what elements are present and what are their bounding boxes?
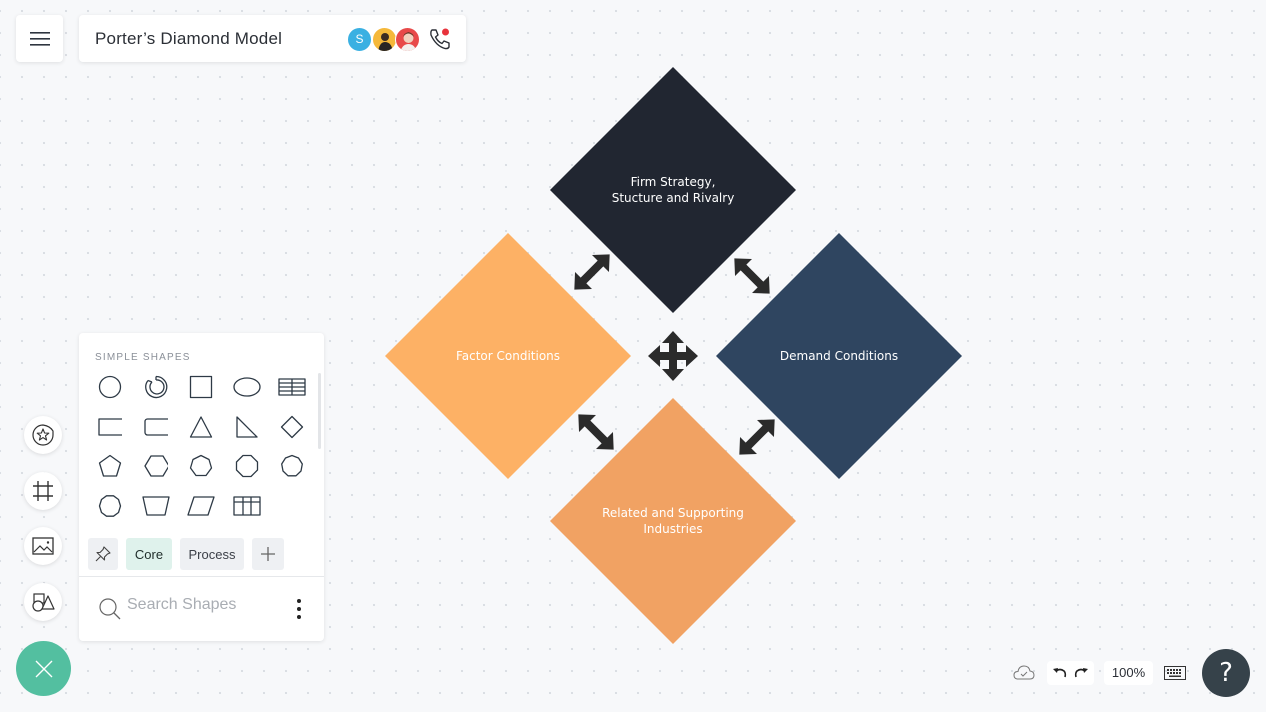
undo-icon[interactable]	[1052, 665, 1068, 681]
hexagon-icon	[143, 455, 168, 477]
collaborator-avatar[interactable]	[395, 27, 420, 52]
help-button[interactable]: ?	[1202, 649, 1250, 697]
image-button[interactable]	[24, 527, 62, 565]
shape-grid[interactable]	[229, 490, 265, 522]
phone-icon[interactable]	[428, 27, 452, 51]
image-icon	[32, 537, 54, 555]
shape-diamond[interactable]	[274, 411, 310, 443]
more-options-icon[interactable]	[293, 598, 305, 620]
pentagon-icon	[98, 454, 122, 477]
ellipse-icon	[232, 377, 261, 397]
connector-top-left[interactable]	[566, 246, 618, 298]
double-arrow-icon	[574, 254, 610, 290]
sticker-icon	[32, 424, 54, 446]
tab-process[interactable]: Process	[180, 538, 244, 570]
heptagon-icon	[189, 454, 213, 477]
triangle-icon	[189, 415, 213, 438]
zoom-level[interactable]: 100%	[1104, 661, 1153, 685]
search-icon	[99, 598, 121, 620]
diamond-label: Factor Conditions	[456, 349, 560, 363]
panel-heading: SIMPLE SHAPES	[95, 352, 191, 363]
connector-top-right[interactable]	[726, 250, 778, 302]
close-toolbar-button[interactable]	[16, 641, 71, 696]
panel-scrollbar[interactable]	[318, 373, 321, 449]
shape-trapezoid[interactable]	[138, 490, 174, 522]
rectangle-icon	[98, 417, 122, 436]
double-arrow-icon	[734, 258, 770, 294]
close-icon	[35, 660, 52, 677]
collaborator-avatar[interactable]	[372, 27, 397, 52]
diamond-label: Stucture and Rivalry	[612, 191, 735, 205]
diamond-label: Firm Strategy,	[631, 175, 716, 189]
shape-parallelogram[interactable]	[183, 490, 219, 522]
shape-pentagon[interactable]	[92, 450, 128, 482]
shapes-button[interactable]	[24, 583, 62, 621]
call-indicator	[442, 28, 449, 36]
square-icon	[189, 375, 213, 399]
nonagon-icon	[281, 454, 303, 477]
double-arrow-icon	[578, 414, 614, 450]
shape-rounded-rectangle[interactable]	[138, 411, 174, 443]
diamond-label: Related and Supporting	[602, 506, 744, 520]
shape-table[interactable]	[274, 371, 310, 403]
shape-donut[interactable]	[138, 371, 174, 403]
move-arrows-icon	[648, 331, 698, 381]
trapezoid-icon	[141, 495, 170, 516]
document-title[interactable]: Porter’s Diamond Model	[95, 29, 282, 49]
hamburger-icon	[29, 31, 50, 46]
rounded-rectangle-icon	[143, 417, 168, 436]
divider	[79, 576, 324, 577]
frame-icon	[33, 481, 53, 501]
undo-redo-group	[1047, 661, 1094, 685]
shape-right-triangle[interactable]	[229, 411, 265, 443]
shape-hexagon[interactable]	[138, 450, 174, 482]
shape-ellipse[interactable]	[229, 371, 265, 403]
shape-square[interactable]	[183, 371, 219, 403]
shape-heptagon[interactable]	[183, 450, 219, 482]
frame-button[interactable]	[24, 472, 62, 510]
shape-rectangle[interactable]	[92, 411, 128, 443]
tab-core[interactable]: Core	[126, 538, 172, 570]
diamond-label: Demand Conditions	[780, 349, 898, 363]
diamond-label: Industries	[643, 522, 702, 536]
parallelogram-icon	[187, 495, 215, 516]
shape-circle[interactable]	[92, 371, 128, 403]
shape-octagon[interactable]	[229, 450, 265, 482]
shape-decagon[interactable]	[92, 490, 128, 522]
octagon-icon	[235, 454, 258, 478]
double-arrow-icon	[739, 419, 775, 455]
add-library-button[interactable]	[252, 538, 284, 570]
grid-icon	[232, 495, 261, 516]
decagon-icon	[98, 494, 122, 517]
shape-nonagon[interactable]	[274, 450, 310, 482]
diamond-icon	[280, 415, 304, 438]
table-icon	[278, 378, 306, 396]
sticker-button[interactable]	[24, 416, 62, 454]
search-shapes-input[interactable]	[125, 595, 279, 615]
menu-button[interactable]	[16, 15, 63, 62]
cloud-check-icon	[1013, 665, 1035, 680]
circle-icon	[98, 375, 122, 399]
shapes-icon	[32, 593, 55, 612]
connector-bottom-left[interactable]	[570, 406, 622, 458]
connector-bottom-right[interactable]	[731, 411, 783, 463]
shape-library-panel: SIMPLE SHAPES Core Process	[79, 333, 324, 641]
collaborator-avatar[interactable]: S	[347, 27, 372, 52]
redo-icon[interactable]	[1073, 665, 1089, 681]
pin-icon	[95, 546, 111, 562]
right-triangle-icon	[235, 415, 258, 438]
keyboard-icon[interactable]	[1164, 666, 1186, 680]
plus-icon	[261, 547, 275, 561]
donut-icon	[144, 375, 167, 399]
shape-triangle[interactable]	[183, 411, 219, 443]
tab-pinned[interactable]	[88, 538, 118, 570]
